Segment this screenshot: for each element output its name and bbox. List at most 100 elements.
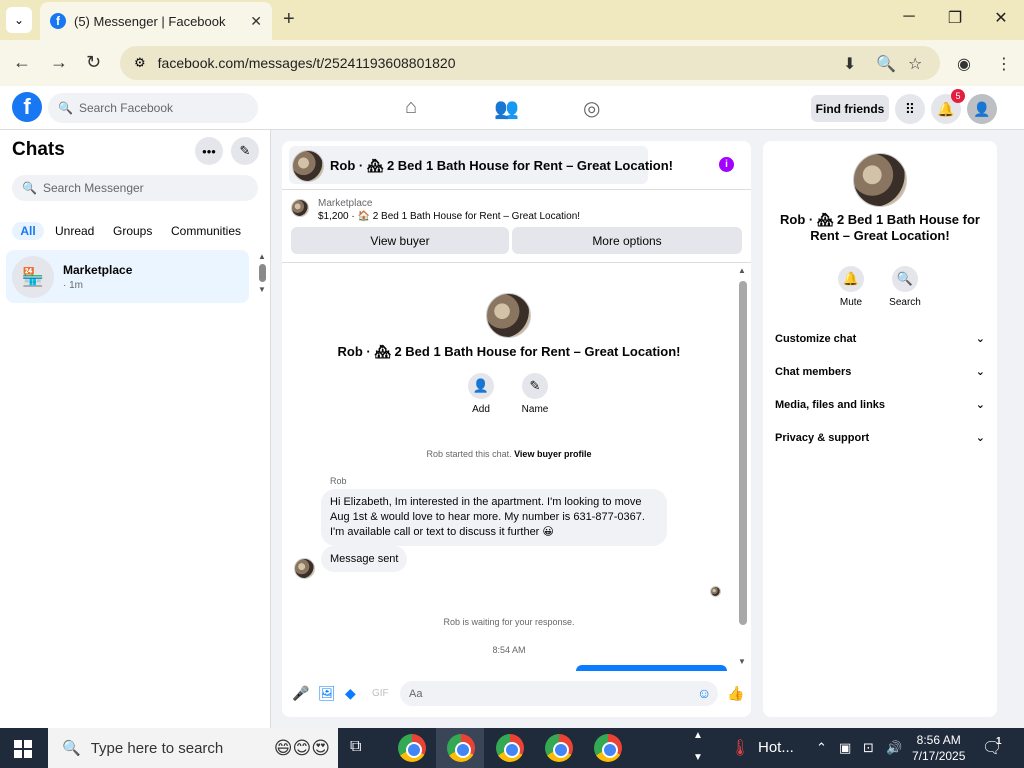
search-icon: 🔍 [22,181,37,195]
media-files-links-row[interactable]: Media, files and links ⌄ [775,398,985,412]
listing-summary: $1,200 · 🏠 2 Bed 1 Bath House for Rent –… [318,211,581,222]
more-options-button[interactable]: More options [512,227,742,254]
chrome-app-icon[interactable] [398,734,426,762]
find-friends-button[interactable]: Find friends [811,95,889,122]
add-label: Add [472,404,490,415]
taskbar-scroll-up-icon[interactable]: ▲ [693,730,703,741]
meet-icon[interactable]: ▣ [839,740,851,756]
menu-dots-icon[interactable]: ⋮ [996,54,1012,74]
incoming-message[interactable]: Message sent [321,546,408,572]
divider [282,189,751,190]
privacy-support-row[interactable]: Privacy & support ⌄ [775,431,985,445]
groups-icon[interactable]: ◎ [583,96,600,121]
bookmark-star-icon[interactable]: ☆ [908,54,922,74]
details-avatar [853,153,907,207]
scrollbar-thumb[interactable] [739,281,747,625]
info-icon[interactable]: i [719,157,734,172]
address-bar[interactable]: ⚙ facebook.com/messages/t/25241193608801… [120,46,940,80]
time-separator: 8:54 AM [492,645,526,655]
search-icon: 🔍 [58,101,73,115]
chat-members-row[interactable]: Chat members ⌄ [775,365,985,379]
filter-groups[interactable]: Groups [113,222,152,240]
forward-icon[interactable]: → [50,52,68,73]
gif-icon[interactable]: GIF [372,688,389,699]
browser-tab[interactable]: f (5) Messenger | Facebook ✕ [40,2,272,40]
seen-receipt-avatar [710,586,721,597]
notification-badge: 5 [951,89,965,103]
taskbar-search-input[interactable]: 🔍 Type here to search 😄😊😍 [48,728,338,768]
windows-start-icon[interactable] [14,740,32,758]
reload-icon[interactable]: ↻ [86,52,101,73]
chrome-app-icon[interactable] [496,734,524,762]
messenger-search-input[interactable]: 🔍 Search Messenger [12,175,258,201]
mute-bell-icon[interactable]: 🔔 [838,266,864,292]
zoom-icon[interactable]: 🔍 [876,54,896,74]
close-tab-icon[interactable]: ✕ [250,13,262,30]
chevron-down-icon: ⌄ [975,333,985,345]
minimize-icon[interactable]: ─ [886,8,932,26]
view-buyer-button[interactable]: View buyer [291,227,509,254]
restore-icon[interactable]: ❐ [932,8,978,28]
profile-icon[interactable]: ◉ [957,54,971,74]
conversation-intro-title: Rob · 🏘 2 Bed 1 Bath House for Rent – Gr… [337,344,681,359]
divider [282,262,751,263]
tab-title: (5) Messenger | Facebook [74,13,226,29]
customize-chat-row[interactable]: Customize chat ⌄ [775,332,985,346]
thermometer-icon[interactable]: 🌡 [730,738,750,758]
facebook-logo-icon[interactable]: f [12,92,42,122]
task-view-icon[interactable]: ⧉ [350,738,361,756]
show-hidden-icons-icon[interactable]: ⌃ [816,740,827,756]
weather-text[interactable]: Hot... [758,739,794,756]
friends-icon[interactable]: 👥 [494,96,519,121]
chevron-down-icon: ⌄ [975,432,985,444]
filter-communities[interactable]: Communities [171,222,241,240]
filter-unread[interactable]: Unread [55,222,94,240]
site-info-icon[interactable]: ⚙ [134,55,146,71]
menu-grid-icon[interactable]: ⠿ [895,94,925,124]
chrome-app-icon[interactable] [545,734,573,762]
filter-all[interactable]: All [12,222,44,240]
conversation-large-avatar [486,293,531,338]
attach-image-icon[interactable]: 🖼 [318,685,336,702]
chrome-app-icon[interactable] [447,734,475,762]
marketplace-label: Marketplace [318,198,373,209]
tab-search-button[interactable]: ⌄ [6,7,32,33]
taskbar-clock[interactable]: 8:56 AM 7/17/2025 [912,732,965,764]
add-person-icon[interactable]: 👤 [468,373,494,399]
chat-options-icon[interactable]: ••• [195,137,223,165]
chevron-down-icon: ⌄ [13,13,25,27]
sticker-icon[interactable]: ◆ [345,685,356,702]
chrome-app-icon[interactable] [594,734,622,762]
search-label: Search [889,297,921,308]
message-input[interactable]: Aa [400,681,718,706]
name-label: Name [521,404,549,415]
edit-name-icon[interactable]: ✎ [522,373,548,399]
back-icon[interactable]: ← [13,52,31,73]
home-icon[interactable]: ⌂ [405,96,417,119]
facebook-search-input[interactable]: 🔍 Search Facebook [48,93,258,123]
install-app-icon[interactable]: ⬇ [843,54,856,74]
network-icon[interactable]: ⊡ [863,740,874,756]
search-icon[interactable]: 🔍 [892,266,918,292]
listing-thumbnail [291,199,309,217]
volume-icon[interactable]: 🔊 [886,740,902,756]
incoming-message[interactable]: Hi Elizabeth, Im interested in the apart… [321,489,667,546]
conversation-title: Rob · 🏘 2 Bed 1 Bath House for Rent – Gr… [330,158,673,173]
chat-list-scrollbar[interactable]: ▲ ▼ [256,252,268,300]
chats-title: Chats [12,139,65,160]
close-window-icon[interactable]: ✕ [978,8,1024,28]
thumbs-up-icon[interactable]: 👍 [727,685,744,702]
new-tab-icon[interactable]: + [283,8,295,31]
taskbar-scroll-down-icon[interactable]: ▼ [693,752,703,763]
microphone-icon[interactable]: 🎤 [292,685,309,702]
marketplace-store-icon: 🏪 [12,256,54,298]
chats-sidebar [0,130,271,728]
view-buyer-profile-link[interactable]: View buyer profile [514,449,591,459]
taskbar-notification-count: 1 [996,736,1002,747]
emoji-icon[interactable]: ☺ [697,685,711,701]
account-avatar-icon[interactable]: 👤 [967,94,997,124]
sender-avatar[interactable] [294,558,315,579]
outgoing-message[interactable] [576,665,727,671]
new-message-icon[interactable]: ✎ [231,137,259,165]
chat-item-time: · 1m [63,280,83,291]
